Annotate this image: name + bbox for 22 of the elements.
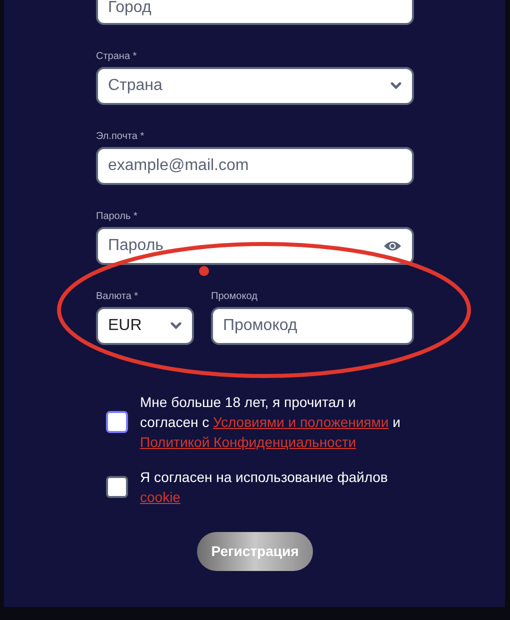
eye-icon[interactable] [383,240,402,252]
promo-code-field[interactable]: Промокод [211,307,414,345]
checkbox[interactable] [106,411,128,433]
link[interactable]: Политикой Конфиденциальности [140,434,356,450]
field-label: Страна * [96,51,138,63]
field-label: Промокод [211,291,258,303]
annotation-dot [199,266,209,276]
input-field[interactable]: Город [96,0,414,25]
password-field[interactable]: Пароль [96,227,414,265]
checkbox[interactable] [106,476,128,498]
chevron-down-icon [170,322,182,330]
currency-select[interactable]: EUR [96,307,194,345]
input-field[interactable]: example@mail.com [96,147,414,185]
field-label: Пароль * [96,211,138,223]
field-label: Эл.почта * [96,131,146,143]
chevron-down-icon [390,82,402,90]
field-label: Валюта * [96,291,140,303]
link[interactable]: cookie [140,489,180,505]
link[interactable]: Условиями и положениями [213,414,389,430]
country-select[interactable]: Страна [96,67,414,105]
agreement-text: Мне больше 18 лет, я прочитал и согласен с Условиями и положениями и Политикой Конфиденциальности [140,393,402,452]
agreement-text: Я согласен на использование файлов cookie [140,468,389,507]
